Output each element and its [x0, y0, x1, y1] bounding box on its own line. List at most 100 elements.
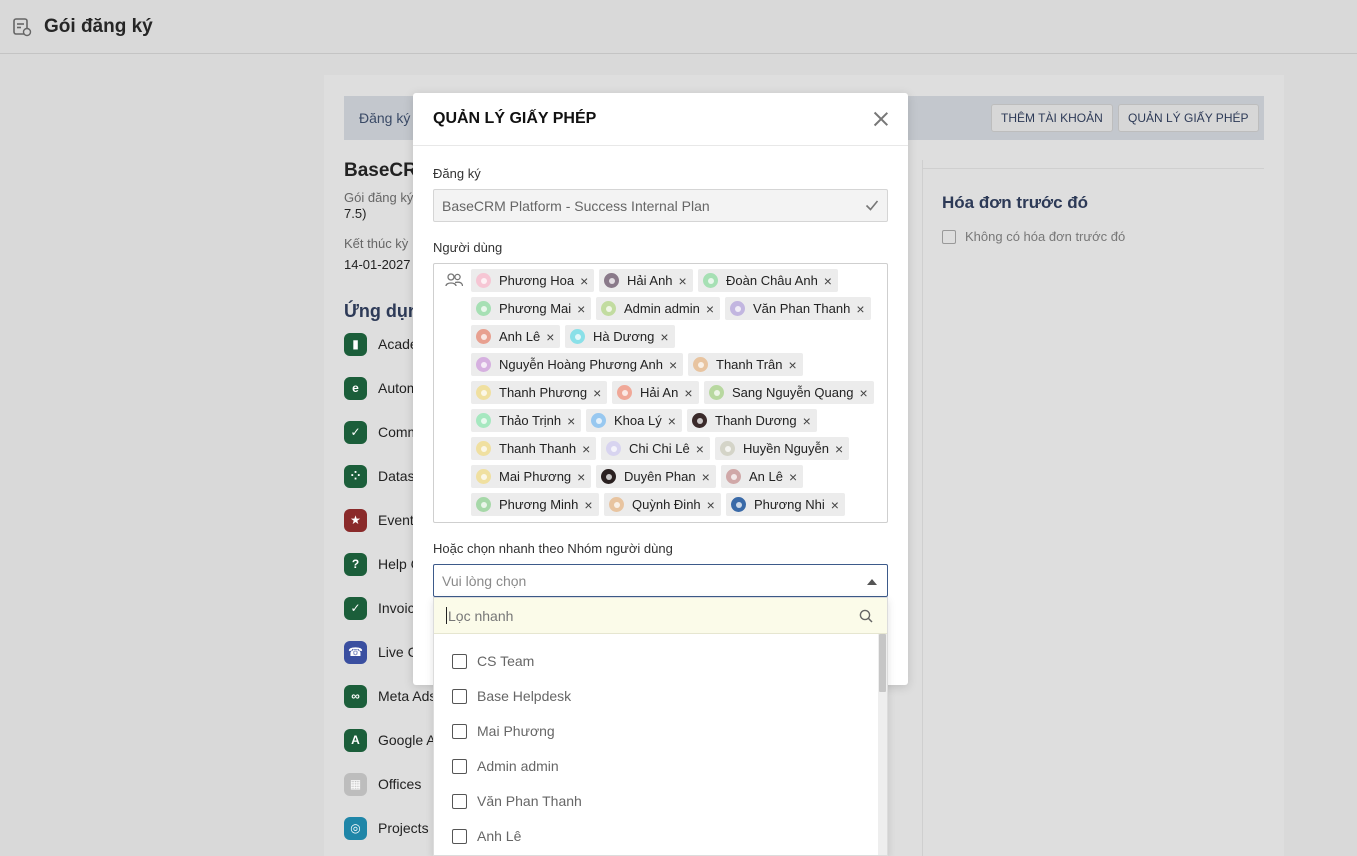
users-multiselect[interactable]: Phương Hoa × Hải Anh × Đoàn Châu Anh × Phương … [433, 263, 888, 523]
scrollbar-thumb[interactable] [879, 634, 886, 692]
app-item[interactable]: ◎ Projects [344, 816, 429, 840]
user-tag: Khoa Lý × [586, 409, 682, 432]
period-label: Kết thúc kỳ [344, 236, 409, 251]
avatar [730, 301, 745, 316]
remove-user-icon[interactable]: × [669, 357, 677, 373]
checkbox[interactable] [452, 688, 467, 704]
remove-user-icon[interactable]: × [580, 273, 588, 289]
checkbox[interactable] [452, 723, 467, 739]
app-item[interactable]: ∞ Meta Ads [344, 684, 436, 708]
remove-user-icon[interactable]: × [679, 273, 687, 289]
remove-user-icon[interactable]: × [789, 469, 797, 485]
group-option[interactable]: Admin admin [452, 756, 559, 776]
modal-header: QUẢN LÝ GIẤY PHÉP [413, 93, 908, 146]
app-item[interactable]: ✓ Invoic [344, 596, 415, 620]
group-option-label: Admin admin [477, 758, 559, 774]
app-label: Offices [378, 776, 422, 792]
remove-user-icon[interactable]: × [660, 329, 668, 345]
user-tag-label: Thanh Dương [715, 413, 797, 428]
remove-user-icon[interactable]: × [577, 301, 585, 317]
remove-user-icon[interactable]: × [582, 441, 590, 457]
remove-user-icon[interactable]: × [859, 385, 867, 401]
user-tag-label: Thanh Trân [716, 357, 783, 372]
search-icon [859, 609, 873, 623]
app-item[interactable]: ⁘ Datas [344, 464, 415, 488]
remove-user-icon[interactable]: × [856, 301, 864, 317]
invoices-empty-text: Không có hóa đơn trước đó [965, 229, 1126, 244]
remove-user-icon[interactable]: × [593, 385, 601, 401]
remove-user-icon[interactable]: × [803, 413, 811, 429]
app-item[interactable]: A Google A [344, 728, 436, 752]
remove-user-icon[interactable]: × [696, 441, 704, 457]
live-chat-icon: ☎ [344, 640, 367, 664]
app-item[interactable]: ▦ Offices [344, 772, 421, 796]
group-option[interactable]: Base Helpdesk [452, 686, 571, 706]
user-tag-label: Nguyễn Hoàng Phương Anh [499, 357, 663, 372]
remove-user-icon[interactable]: × [668, 413, 676, 429]
group-option[interactable]: Anh Lê [452, 826, 521, 846]
remove-user-icon[interactable]: × [546, 329, 554, 345]
app-item[interactable]: ☎ Live C [344, 640, 418, 664]
subscription-icon [12, 17, 32, 37]
avatar [476, 497, 491, 512]
app-item[interactable]: ★ Event [344, 508, 414, 532]
remove-user-icon[interactable]: × [824, 273, 832, 289]
event-icon: ★ [344, 508, 367, 532]
group-option-label: Văn Phan Thanh [477, 793, 582, 809]
avatar [617, 385, 632, 400]
user-tag-label: Đoàn Châu Anh [726, 273, 818, 288]
group-select[interactable]: Vui lòng chọn [433, 564, 888, 597]
remove-user-icon[interactable]: × [835, 441, 843, 457]
user-tag: Mai Phương × [471, 465, 592, 488]
users-icon [445, 273, 463, 287]
avatar [604, 273, 619, 288]
app-label: Projects [378, 820, 429, 836]
group-option[interactable]: Mai Phương [452, 721, 555, 741]
user-tag-label: Hà Dương [593, 329, 655, 344]
user-tag-label: Phương Minh [499, 497, 579, 512]
remove-user-icon[interactable]: × [684, 385, 692, 401]
app-item[interactable]: ▮ Acade [344, 332, 418, 356]
user-tag-label: Chi Chi Lê [629, 441, 690, 456]
academy-icon: ▮ [344, 332, 367, 356]
quick-filter-input[interactable]: Lọc nhanh [434, 598, 887, 634]
app-item[interactable]: e Autom [344, 376, 418, 400]
remove-user-icon[interactable]: × [706, 301, 714, 317]
user-tag-label: Mai Phương [499, 469, 572, 484]
app-item[interactable]: ? Help C [344, 552, 421, 576]
remove-user-icon[interactable]: × [707, 497, 715, 513]
avatar [709, 385, 724, 400]
checkbox[interactable] [452, 653, 467, 669]
add-account-button[interactable]: THÊM TÀI KHOẢN [991, 104, 1113, 132]
close-icon[interactable] [872, 110, 890, 128]
group-option[interactable]: CS Team [452, 651, 534, 671]
checkbox[interactable] [452, 828, 467, 844]
subscription-tab[interactable]: Đăng ký [359, 110, 410, 126]
remove-user-icon[interactable]: × [789, 357, 797, 373]
remove-user-icon[interactable]: × [831, 497, 839, 513]
avatar [693, 357, 708, 372]
plan-value: BaseCRM Platform - Success Internal Plan [442, 197, 710, 214]
invoices-empty: Không có hóa đơn trước đó [942, 229, 1125, 244]
user-tag: Hải Anh × [599, 269, 693, 292]
app-item[interactable]: ✓ Comm [344, 420, 419, 444]
user-tag: Huyền Nguyễn × [715, 437, 850, 460]
remove-user-icon[interactable]: × [577, 469, 585, 485]
remove-user-icon[interactable]: × [567, 413, 575, 429]
manage-license-button[interactable]: QUẢN LÝ GIẤY PHÉP [1118, 104, 1259, 132]
user-tag-label: Huyền Nguyễn [743, 441, 829, 456]
remove-user-icon[interactable]: × [584, 497, 592, 513]
invoices-heading: Hóa đơn trước đó [942, 193, 1089, 212]
avatar [476, 357, 491, 372]
avatar [726, 469, 741, 484]
checkbox[interactable] [452, 758, 467, 774]
group-option[interactable]: Văn Phan Thanh [452, 791, 582, 811]
user-tag-label: Hải An [640, 385, 679, 400]
group-placeholder: Vui lòng chọn [442, 572, 527, 589]
google-ads-icon: A [344, 728, 367, 752]
remove-user-icon[interactable]: × [702, 469, 710, 485]
dropdown-scrollbar[interactable] [878, 634, 887, 855]
invoice-icon [942, 229, 956, 244]
checkbox[interactable] [452, 793, 467, 809]
check-icon [865, 200, 879, 211]
